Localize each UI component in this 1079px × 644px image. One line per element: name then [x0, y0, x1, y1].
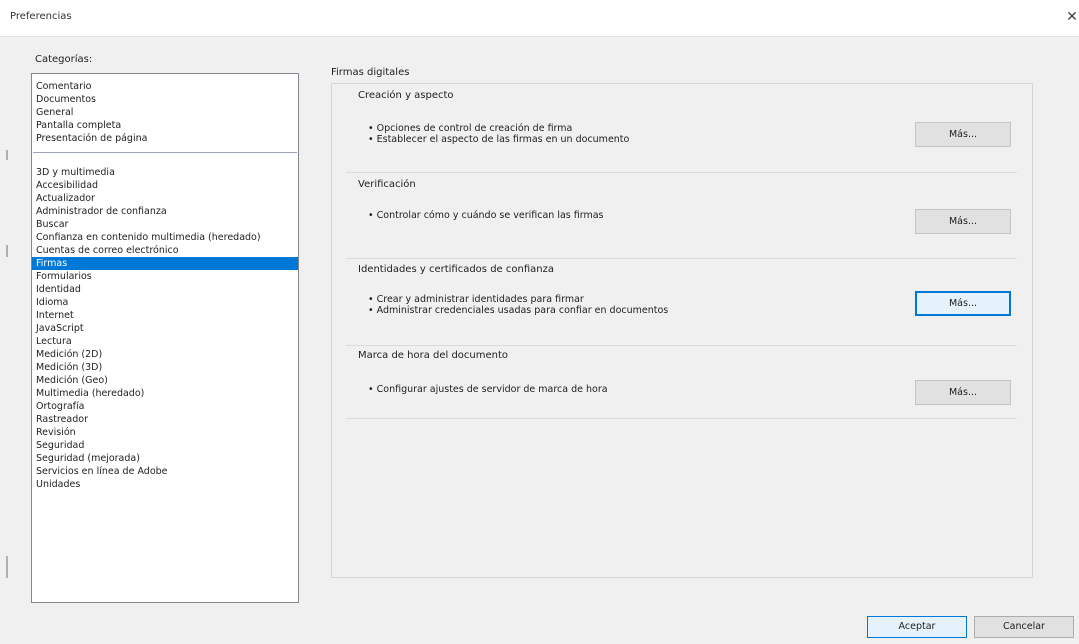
category-lectura[interactable]: Lectura — [32, 335, 298, 348]
category-multimedia-heredado[interactable]: Multimedia (heredado) — [32, 387, 298, 400]
edge-mark — [6, 556, 8, 578]
category-internet[interactable]: Internet — [32, 309, 298, 322]
bullet-item: • Establecer el aspecto de las firmas en… — [368, 134, 630, 145]
more-button-verificacion[interactable]: Más... — [915, 209, 1011, 234]
cancel-button[interactable]: Cancelar — [974, 616, 1074, 638]
category-rastreador[interactable]: Rastreador — [32, 413, 298, 426]
category-confianza-multimedia[interactable]: Confianza en contenido multimedia (hered… — [32, 231, 298, 244]
group-verificacion: Verificación • Controlar cómo y cuándo s… — [346, 179, 1017, 259]
group-identidades: Identidades y certificados de confianza … — [346, 264, 1017, 346]
category-buscar[interactable]: Buscar — [32, 218, 298, 231]
category-firmas[interactable]: Firmas — [32, 257, 298, 270]
bullet-item: • Configurar ajustes de servidor de marc… — [368, 384, 608, 395]
categories-label: Categorías: — [35, 54, 93, 65]
group-title: Verificación — [358, 179, 416, 190]
group-title: Identidades y certificados de confianza — [358, 264, 554, 275]
category-general[interactable]: General — [32, 106, 298, 119]
category-pantalla-completa[interactable]: Pantalla completa — [32, 119, 298, 132]
bullet-list: • Controlar cómo y cuándo se verifican l… — [368, 210, 604, 221]
bullet-item: • Administrar credenciales usadas para c… — [368, 305, 669, 316]
category-javascript[interactable]: JavaScript — [32, 322, 298, 335]
category-medicion-geo[interactable]: Medición (Geo) — [32, 374, 298, 387]
close-icon[interactable]: ✕ — [1065, 6, 1079, 28]
more-button-identidades[interactable]: Más... — [915, 291, 1011, 316]
category-identidad[interactable]: Identidad — [32, 283, 298, 296]
category-formularios[interactable]: Formularios — [32, 270, 298, 283]
category-seguridad[interactable]: Seguridad — [32, 439, 298, 452]
group-marca-de-hora: Marca de hora del documento • Configurar… — [346, 350, 1017, 419]
category-separator — [33, 152, 297, 153]
category-accesibilidad[interactable]: Accesibilidad — [32, 179, 298, 192]
category-comentario[interactable]: Comentario — [32, 80, 298, 93]
edge-mark — [6, 150, 8, 160]
bullet-item: • Opciones de control de creación de fir… — [368, 123, 573, 134]
bullet-list: • Configurar ajustes de servidor de marc… — [368, 384, 608, 395]
category-idioma[interactable]: Idioma — [32, 296, 298, 309]
category-seguridad-mejorada[interactable]: Seguridad (mejorada) — [32, 452, 298, 465]
category-unidades[interactable]: Unidades — [32, 478, 298, 491]
category-administrador-de-confianza[interactable]: Administrador de confianza — [32, 205, 298, 218]
category-presentacion-de-pagina[interactable]: Presentación de página — [32, 132, 298, 145]
bullet-item: • Controlar cómo y cuándo se verifican l… — [368, 210, 604, 221]
accept-button[interactable]: Aceptar — [867, 616, 967, 638]
section-title: Firmas digitales — [331, 67, 410, 78]
window-title: Preferencias — [10, 11, 72, 22]
bullet-item: • Crear y administrar identidades para f… — [368, 294, 584, 305]
category-servicios-adobe[interactable]: Servicios en línea de Adobe — [32, 465, 298, 478]
group-title: Creación y aspecto — [358, 90, 454, 101]
category-medicion-3d[interactable]: Medición (3D) — [32, 361, 298, 374]
edge-mark — [6, 245, 8, 257]
categories-list[interactable]: Comentario Documentos General Pantalla c… — [31, 73, 299, 603]
category-ortografia[interactable]: Ortografía — [32, 400, 298, 413]
category-documentos[interactable]: Documentos — [32, 93, 298, 106]
category-medicion-2d[interactable]: Medición (2D) — [32, 348, 298, 361]
group-title: Marca de hora del documento — [358, 350, 509, 361]
category-3d-multimedia[interactable]: 3D y multimedia — [32, 166, 298, 179]
bullet-list: • Crear y administrar identidades para f… — [368, 294, 668, 316]
preferences-dialog: Preferencias ✕ Categorías: Comentario Do… — [0, 0, 1079, 644]
title-bar: Preferencias ✕ — [0, 0, 1079, 37]
category-revision[interactable]: Revisión — [32, 426, 298, 439]
category-actualizador[interactable]: Actualizador — [32, 192, 298, 205]
bullet-list: • Opciones de control de creación de fir… — [368, 123, 629, 145]
category-cuentas-correo[interactable]: Cuentas de correo electrónico — [32, 244, 298, 257]
more-button-marca-hora[interactable]: Más... — [915, 380, 1011, 405]
group-creacion-aspecto: Creación y aspecto • Opciones de control… — [346, 90, 1017, 173]
more-button-creacion[interactable]: Más... — [915, 122, 1011, 147]
